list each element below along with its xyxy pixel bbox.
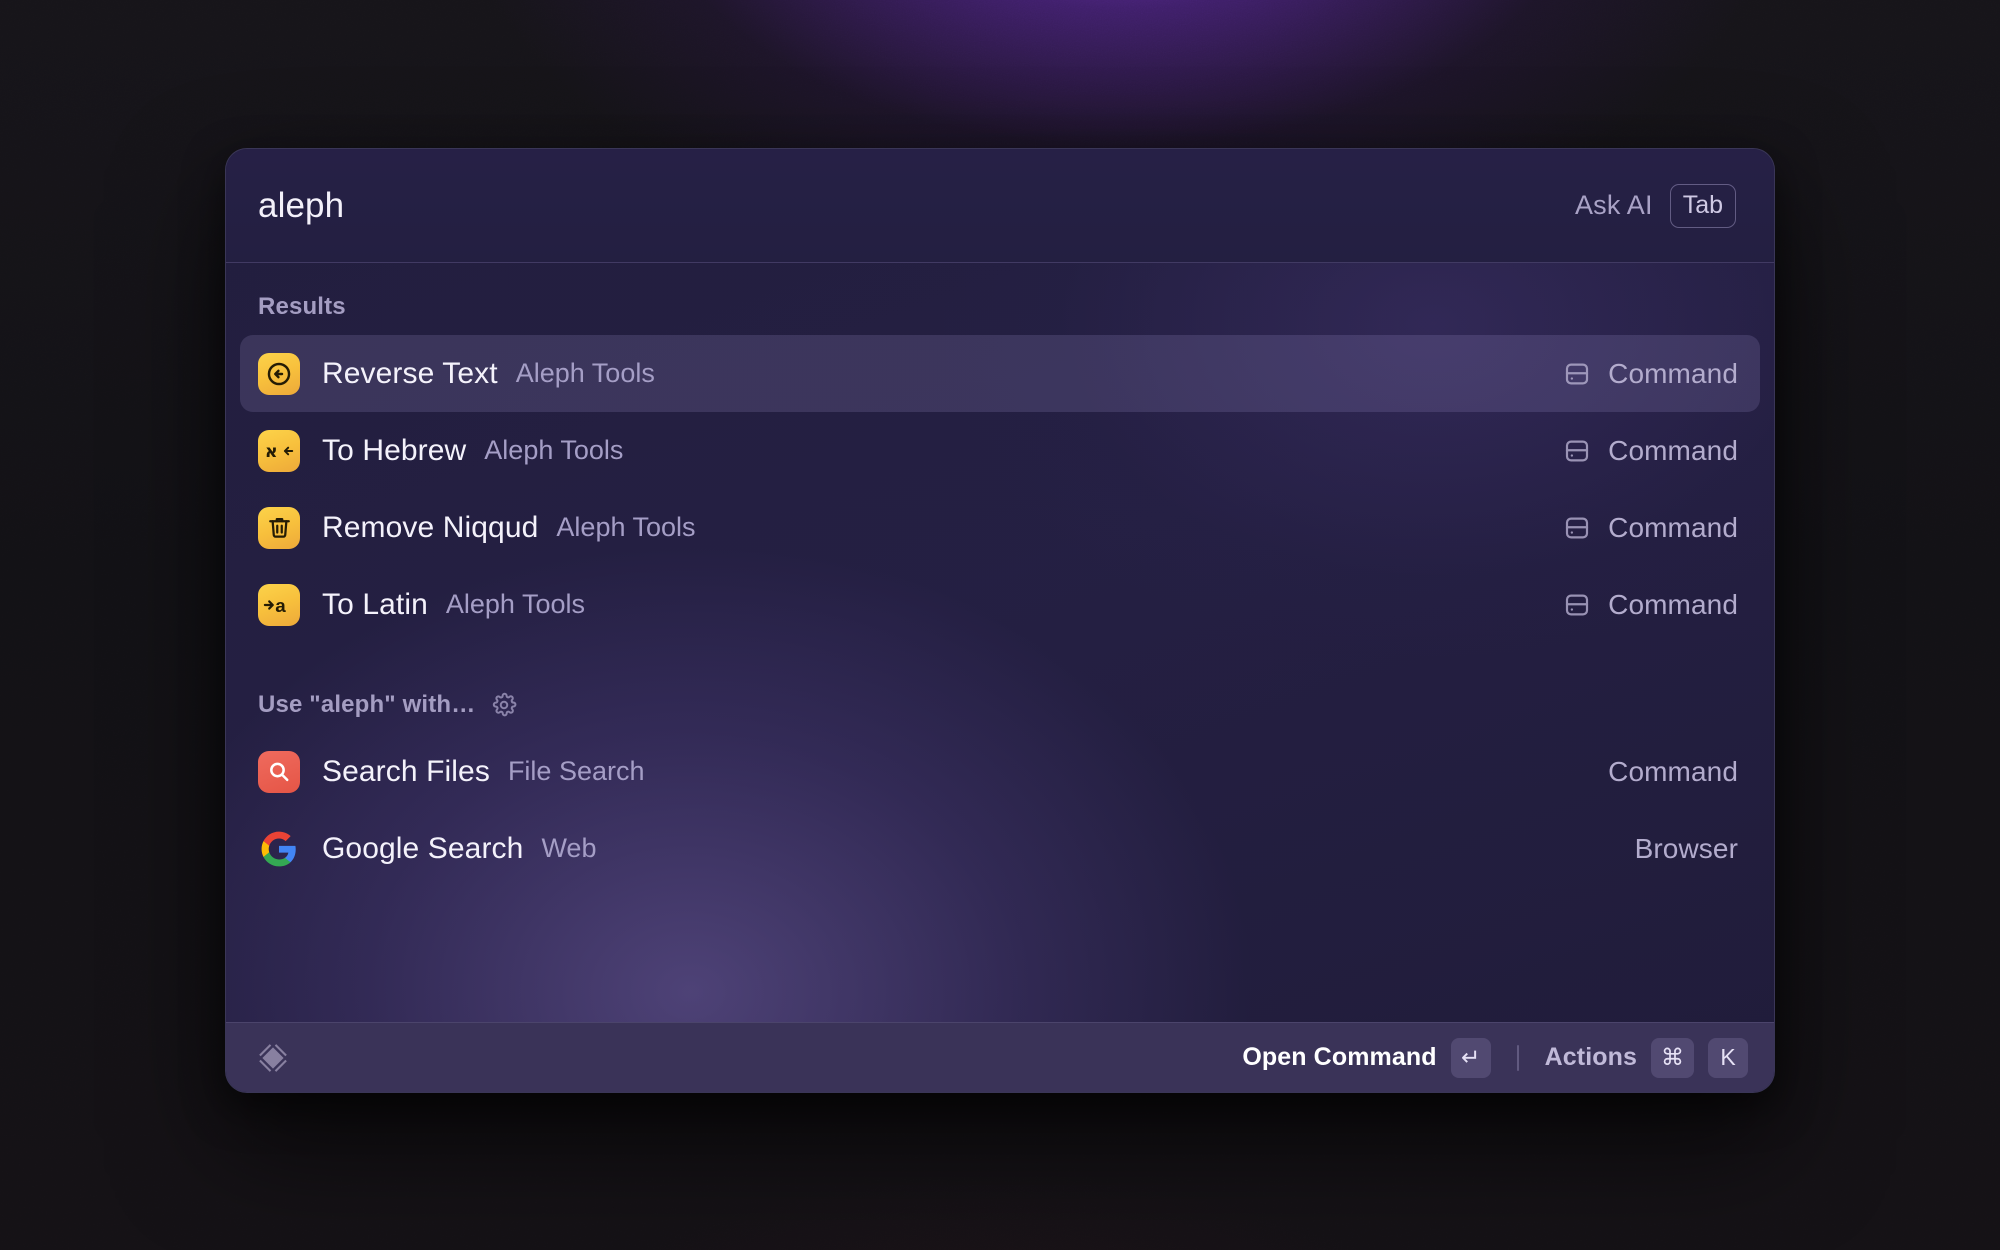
result-row-to-hebrew[interactable]: א To Hebrew Aleph Tools Command [240, 412, 1760, 489]
reverse-arrow-icon [258, 352, 300, 395]
ask-ai-tab-key[interactable]: Tab [1669, 183, 1736, 228]
results-list[interactable]: Results Reverse Text Aleph Tools Command… [226, 263, 1774, 1022]
result-subtitle: Aleph Tools [484, 435, 624, 465]
result-title: To Latin [322, 587, 428, 621]
result-title: Remove Niqqud [322, 510, 539, 544]
trash-icon [258, 506, 300, 549]
command-palette-window: Ask AI Tab Results Reverse Text [225, 148, 1775, 1093]
fallback-accessory-text: Command [1608, 755, 1738, 787]
desktop-backdrop: Ask AI Tab Results Reverse Text [0, 0, 2000, 1250]
drive-icon [1566, 440, 1589, 461]
fallback-accessory: Browser [1635, 833, 1738, 865]
search-header: Ask AI Tab [226, 149, 1774, 263]
result-subtitle: Aleph Tools [515, 358, 655, 388]
section-header-use-with: Use "aleph" with… [240, 677, 1760, 733]
result-accessory-text: Command [1608, 434, 1738, 466]
result-accessory-text: Command [1608, 588, 1738, 620]
search-input[interactable] [258, 185, 1575, 226]
result-row-to-latin[interactable]: a To Latin Aleph Tools Command [240, 566, 1760, 643]
aleph-arrow-icon: א [258, 429, 300, 472]
ask-ai-label: Ask AI [1574, 190, 1653, 220]
footer-enter-key[interactable]: ↵ [1450, 1037, 1491, 1078]
fallback-accessory-text: Browser [1634, 832, 1738, 864]
result-title: Reverse Text [322, 356, 498, 390]
result-subtitle: Aleph Tools [556, 512, 696, 542]
footer-actions-label: Actions [1544, 1043, 1637, 1071]
arrow-to-a-icon: a [258, 583, 300, 626]
section-title: Use "aleph" with… [258, 691, 476, 718]
footer-command-key[interactable]: ⌘ [1651, 1037, 1694, 1078]
drive-icon [1566, 594, 1589, 615]
fallback-row-search-files[interactable]: Search Files File Search Command [240, 733, 1760, 810]
result-row-remove-niqqud[interactable]: Remove Niqqud Aleph Tools Command [240, 489, 1760, 566]
footer-divider [1516, 1044, 1519, 1071]
result-title: To Hebrew [322, 433, 467, 467]
fallback-accessory: Command [1608, 756, 1738, 788]
footer-actions-menu[interactable]: Actions ⌘ K [1544, 1037, 1748, 1078]
drive-icon [1566, 517, 1589, 538]
fallback-subtitle: File Search [507, 756, 645, 786]
result-accessory: Command [1562, 435, 1738, 467]
result-accessory-text: Command [1608, 511, 1738, 543]
magnifier-icon [258, 750, 300, 793]
result-accessory-text: Command [1608, 357, 1738, 389]
result-row-reverse-text[interactable]: Reverse Text Aleph Tools Command [240, 335, 1760, 412]
google-icon [258, 828, 300, 870]
section-header-results: Results [240, 279, 1760, 335]
raycast-logo-icon[interactable] [256, 1041, 290, 1075]
result-accessory: Command [1562, 358, 1738, 390]
fallback-title: Google Search [322, 831, 524, 865]
result-accessory: Command [1562, 512, 1738, 544]
result-accessory: Command [1562, 589, 1738, 621]
ask-ai-hint[interactable]: Ask AI Tab [1574, 183, 1736, 228]
footer-primary-label: Open Command [1242, 1043, 1437, 1071]
svg-text:א: א [265, 442, 278, 462]
footer-k-key[interactable]: K [1708, 1037, 1748, 1078]
fallback-row-google-search[interactable]: Google Search Web Browser [240, 810, 1760, 887]
fallback-title: Search Files [322, 754, 490, 788]
footer-primary-action[interactable]: Open Command ↵ [1242, 1037, 1491, 1078]
gear-icon[interactable] [491, 692, 517, 718]
section-title: Results [258, 293, 346, 320]
footer-bar: Open Command ↵ Actions ⌘ K [226, 1022, 1774, 1092]
svg-text:a: a [275, 595, 286, 616]
drive-icon [1566, 363, 1589, 384]
result-subtitle: Aleph Tools [445, 589, 585, 619]
fallback-subtitle: Web [541, 833, 597, 863]
